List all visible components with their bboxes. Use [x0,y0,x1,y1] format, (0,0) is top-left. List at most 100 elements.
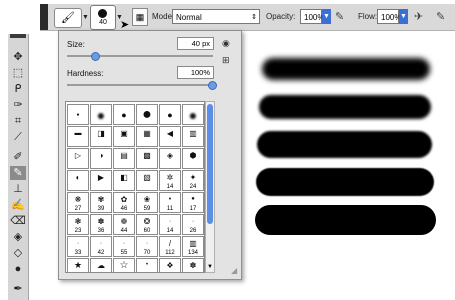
healing-brush-icon[interactable]: ✐ [10,150,26,164]
brush-preset-cell[interactable]: ▥ [182,126,204,147]
pressure-opacity-icon[interactable]: ✎ [335,10,344,23]
brush-preset-cell[interactable]: ❀ 59 [136,192,158,213]
scrollbar-thumb[interactable] [207,104,213,224]
move-icon[interactable]: ✥ [10,50,26,64]
brush-preset-cell[interactable]: ● 17 [182,192,204,213]
brush-preset-size: 33 [74,250,82,256]
pressure-size-icon[interactable]: ✎ [436,10,445,23]
brush-tip-icon: ▥ [189,239,197,248]
brush-tip-icon: ▷ [74,151,82,160]
brush-preset-size: 14 [166,228,174,234]
hardness-slider-knob[interactable] [208,81,217,90]
brush-preset-cell[interactable]: ✲ 14 [159,170,181,191]
brush-tip-icon: · [99,240,103,247]
brush-preset-cell[interactable]: ✽ 36 [90,214,112,235]
flow-input[interactable]: 100% [377,9,401,24]
airbrush-icon[interactable]: ✈ [414,10,423,23]
clone-stamp-icon[interactable]: ⊥ [10,182,26,196]
brush-preset-cell[interactable]: ★ 74 [67,258,89,272]
brush-preset-cell[interactable]: / 112 [159,236,181,257]
brush-preset-cell[interactable]: ✿ 46 [113,192,135,213]
brush-preset-cell[interactable]: · 42 [90,236,112,257]
pen-icon[interactable]: ✒ [10,282,26,296]
brush-preset-cell[interactable]: ❃ 23 [67,214,89,235]
opacity-input[interactable]: 100% [300,9,324,24]
marquee-icon[interactable]: ⬚ [10,66,26,80]
flow-dropdown-button[interactable]: ▼ [399,9,408,24]
brush-preset-cell[interactable]: ● [159,104,181,125]
mode-select[interactable]: Normal ⇕ [172,9,260,24]
brush-preset-cell[interactable]: ▩ [136,148,158,169]
brush-preset-cell[interactable]: ◧ [113,170,135,191]
eyedropper-icon[interactable]: ⟋ [10,130,26,144]
brush-preset-cell[interactable]: ☁ 95 [90,258,112,272]
brush-preset-cell[interactable]: ◀ [159,126,181,147]
brush-stroke-medium-soft [259,95,431,119]
brush-preset-cell[interactable]: ● [113,104,135,125]
eraser-icon[interactable]: ⌫ [10,214,26,228]
brush-preset-cell[interactable]: ▬ [67,126,89,147]
brush-preset-cell[interactable]: · 26 [182,214,204,235]
scroll-down-icon[interactable]: ▼ [206,264,214,272]
brush-preset-picker[interactable]: 40 [90,5,116,30]
lasso-icon[interactable]: ᑭ [10,82,26,96]
brush-preset-cell[interactable]: • 192 [136,258,158,272]
preset-scrollbar[interactable]: ▼ [205,101,215,273]
hardness-slider[interactable] [67,81,217,90]
brush-preset-cell[interactable]: ▧ [136,170,158,191]
brush-preset-cell[interactable]: • 11 [159,192,181,213]
brush-preset-cell[interactable]: · 14 [159,214,181,235]
brush-preset-cell[interactable]: ● [67,104,89,125]
gradient-icon[interactable]: ◈ [10,230,26,244]
brush-stroke-medium [257,131,432,158]
new-preset-icon[interactable]: ⊞ [222,55,230,66]
brush-preset-cell[interactable]: ◈ [159,148,181,169]
brush-preset-cell[interactable]: ▤ [113,148,135,169]
tools-panel-grip [10,34,26,38]
brush-icon[interactable]: ✎ [10,166,26,180]
brush-preset-cell[interactable]: ◐ [67,170,89,191]
brush-preset-size: 14 [166,184,174,190]
tool-preset-picker[interactable]: 🖌 [54,8,82,28]
brush-preset-size: 134 [187,250,198,256]
blur-icon[interactable]: ◇ [10,246,26,260]
size-slider-knob[interactable] [90,52,100,61]
brush-preset-size: 42 [97,250,105,256]
brush-panel-toggle-button[interactable]: ▦ [132,8,148,26]
brush-preset-cell[interactable]: · 33 [67,236,89,257]
brush-preset-cell[interactable]: ❁ 44 [113,214,135,235]
brush-preset-cell[interactable]: ● [90,104,112,125]
panel-menu-icon[interactable]: ◉ [222,38,230,49]
size-slider[interactable] [67,52,213,61]
brush-preset-cell[interactable]: ☆29 [113,258,135,272]
brush-preset-cell[interactable]: ▣ [113,126,135,147]
brush-preset-cell[interactable]: ❋ 27 [67,192,89,213]
brush-preset-cell[interactable]: ❂ 60 [136,214,158,235]
crop-icon[interactable]: ⌗ [10,114,26,128]
opacity-dropdown-button[interactable]: ▼ [322,9,331,24]
brush-preset-cell[interactable]: ● [136,104,158,125]
brush-preset-cell[interactable]: ✽ 36 [182,258,204,272]
brush-preset-cell[interactable]: · 70 [136,236,158,257]
brush-tip-icon: · [191,218,195,225]
brush-preset-cell[interactable]: ✾ 39 [90,192,112,213]
chevron-down-icon[interactable]: ▼ [82,14,89,21]
brush-tip-icon: ◑ [98,151,104,160]
history-brush-icon[interactable]: ✍ [10,198,26,212]
resize-grip-icon[interactable]: ◢ [231,266,237,275]
brush-preset-cell[interactable]: ◑ [90,148,112,169]
quick-select-icon[interactable]: ✑ [10,98,26,112]
brush-preset-cell[interactable]: ▷ [67,148,89,169]
brush-preset-cell[interactable]: ▶ [90,170,112,191]
brush-preset-cell[interactable]: ▥ 134 [182,236,204,257]
brush-preset-cell[interactable]: ● [182,104,204,125]
hardness-input[interactable]: 100% [177,66,214,79]
size-input[interactable]: 40 px [177,37,214,50]
brush-preset-cell[interactable]: ❖ 36 [159,258,181,272]
brush-preset-cell[interactable]: ✦ 24 [182,170,204,191]
brush-preset-cell[interactable]: ▦ [136,126,158,147]
dodge-icon[interactable]: ● [10,262,26,276]
brush-preset-cell[interactable]: ◨ [90,126,112,147]
brush-preset-cell[interactable]: ⬢ [182,148,204,169]
brush-preset-cell[interactable]: · 55 [113,236,135,257]
